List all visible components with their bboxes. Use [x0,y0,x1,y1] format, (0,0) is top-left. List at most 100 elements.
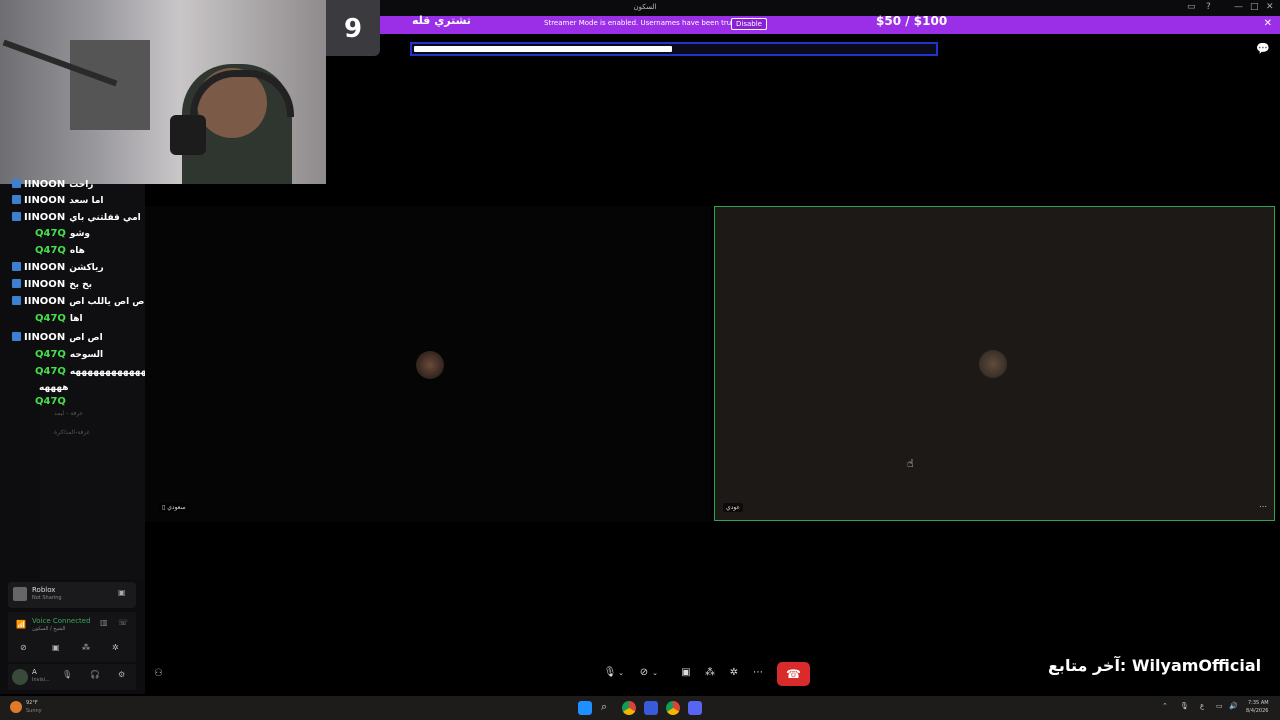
cursor-icon: ☝ [907,457,914,470]
weather-desc: Sunny [26,708,42,714]
voice-channel-item[interactable]: عرفة - ليمد [54,410,83,417]
clock-date[interactable]: 8/4/2026 [1246,708,1268,714]
activity-game: Roblox [32,586,56,594]
chat-badge-icon [12,179,21,188]
chat-message: IINOON اما سعد [12,195,104,206]
chat-text: راحت [69,180,94,190]
more-icon[interactable]: ⋯ [748,662,768,684]
chat-message: Q47Q اها [35,313,83,324]
screen-share-icon[interactable]: ▣ [676,662,696,684]
chat-message: IINOON امي قفلتني باي [12,212,141,223]
chat-badge-icon [12,279,21,288]
microphone-icon[interactable]: 🎙 [1180,702,1189,710]
activities-icon[interactable]: ⁂ [82,643,90,652]
chat-username: IINOON [24,296,66,307]
chat-username: IINOON [24,279,66,290]
chat-message: IINOON اص اص [12,332,103,343]
activity-status: Not Sharing [32,595,62,601]
chat-username: Q47Q [35,313,66,324]
help-icon[interactable]: ? [1206,2,1211,12]
maximize-button[interactable]: □ [1250,2,1259,12]
screen-share-icon[interactable]: ▣ [52,643,60,652]
chrome-icon[interactable] [666,701,680,715]
goal-amount: $50 / $100 [876,14,948,28]
chevron-up-icon[interactable]: ⌃ [1162,702,1168,710]
signal-icon: 📶 [16,620,26,629]
disconnect-icon[interactable]: ☏ [118,618,128,627]
inbox-icon[interactable]: ▭ [1187,2,1196,12]
stream-icon[interactable]: ▣ [118,588,126,597]
hangup-button[interactable]: ☎ [777,662,810,686]
headphones-icon[interactable]: 🎧 [90,670,100,679]
weather-temp: 92°F [26,700,38,706]
chat-text: امي قفلتني باي [69,213,141,223]
chat-username: IINOON [24,262,66,273]
camera-icon[interactable]: ⊘ [20,643,27,652]
chat-message: Q47Q السوحه [35,349,103,360]
soundboard-icon[interactable]: ✲ [724,662,744,684]
voice-connection-panel: 📶 Voice Connected الشيخ / السكون ▥ ☏ ⊘ ▣… [8,612,136,662]
voice-channel: الشيخ / السكون [32,626,66,632]
participant-name: ▯ سعودي [159,503,189,512]
chat-message: Q47Q وشو [35,228,90,239]
chat-username: IINOON [24,195,66,206]
chat-message: IINOON بخ بخ [12,279,92,290]
chevron-down-icon[interactable]: ⌄ [650,662,660,684]
activities-icon[interactable]: ⁂ [700,662,720,684]
network-icon[interactable]: ▭ [1216,702,1223,710]
roblox-icon [13,587,27,601]
chat-text: السوحه [69,350,104,360]
chat-message: IINOON اص اص ياللب اص [12,296,148,307]
avatar[interactable] [12,669,28,685]
user-name: A [32,668,37,676]
goal-title: تشتري قله [412,14,471,27]
gear-icon[interactable]: ⚙ [118,670,125,679]
chat-badge-icon [12,262,21,271]
language-icon[interactable]: ع [1200,702,1204,710]
search-icon[interactable]: ⌕ [601,700,607,714]
chat-username: IINOON [24,332,66,343]
voice-channel-item[interactable]: غرفة-المذاكرة [54,429,90,436]
microphone-icon[interactable]: 🎙 [62,670,72,679]
weather-icon [10,701,22,713]
chat-username: IINOON [24,179,66,190]
chat-username: Q47Q [35,366,66,377]
chat-username: Q47Q [35,349,66,360]
app-icon[interactable] [644,701,658,715]
taskbar: 92°F Sunny ⌕ ⌃ 🎙 ع ▭ 🔊 7:35 AM 8/4/2026 [0,696,1280,720]
chat-message: Q47Q هاه [35,245,85,256]
discord-icon[interactable] [688,701,702,715]
volume-icon[interactable]: 🔊 [1229,702,1238,710]
noise-icon[interactable]: ▥ [100,618,108,627]
goal-progress-bar [410,42,938,56]
soundboard-icon[interactable]: ✲ [112,643,119,652]
chat-badge-icon [12,212,21,221]
streamer-mode-text: Streamer Mode is enabled. Usernames have… [544,19,758,27]
user-panel: A Invisi... 🎙 🎧 ⚙ [8,664,136,690]
goal-progress-fill [414,46,672,52]
clock-time[interactable]: 7:35 AM [1248,700,1269,706]
minimize-button[interactable]: — [1234,2,1243,12]
chat-text: ههههه [39,383,69,393]
participant-avatar [416,351,444,379]
chat-badge-icon [12,332,21,341]
chat-icon[interactable]: 💬 [1256,42,1270,55]
call-tile-right[interactable]: عودي ⋯ ☝ [714,206,1275,521]
more-icon[interactable]: ⋯ [1259,502,1267,511]
participant-avatar [979,350,1007,378]
chrome-icon[interactable] [622,701,636,715]
chat-text: وشو [69,229,91,239]
chat-message: IINOON رياكشن [12,262,104,273]
disable-streamer-mode-button[interactable]: Disable [731,18,767,30]
chat-badge-icon [12,296,21,305]
webcam-feed [0,0,326,184]
chevron-down-icon[interactable]: ⌄ [616,662,626,684]
window-title: السكون [633,3,657,11]
windows-icon[interactable] [578,701,592,715]
user-status: Invisi... [32,677,50,683]
close-banner-icon[interactable]: ✕ [1264,18,1272,29]
call-tile-left[interactable]: ▯ سعودي [145,206,711,522]
voice-status: Voice Connected [32,617,91,625]
add-friends-icon[interactable]: ⚇ [154,668,163,679]
close-button[interactable]: ✕ [1266,2,1274,12]
